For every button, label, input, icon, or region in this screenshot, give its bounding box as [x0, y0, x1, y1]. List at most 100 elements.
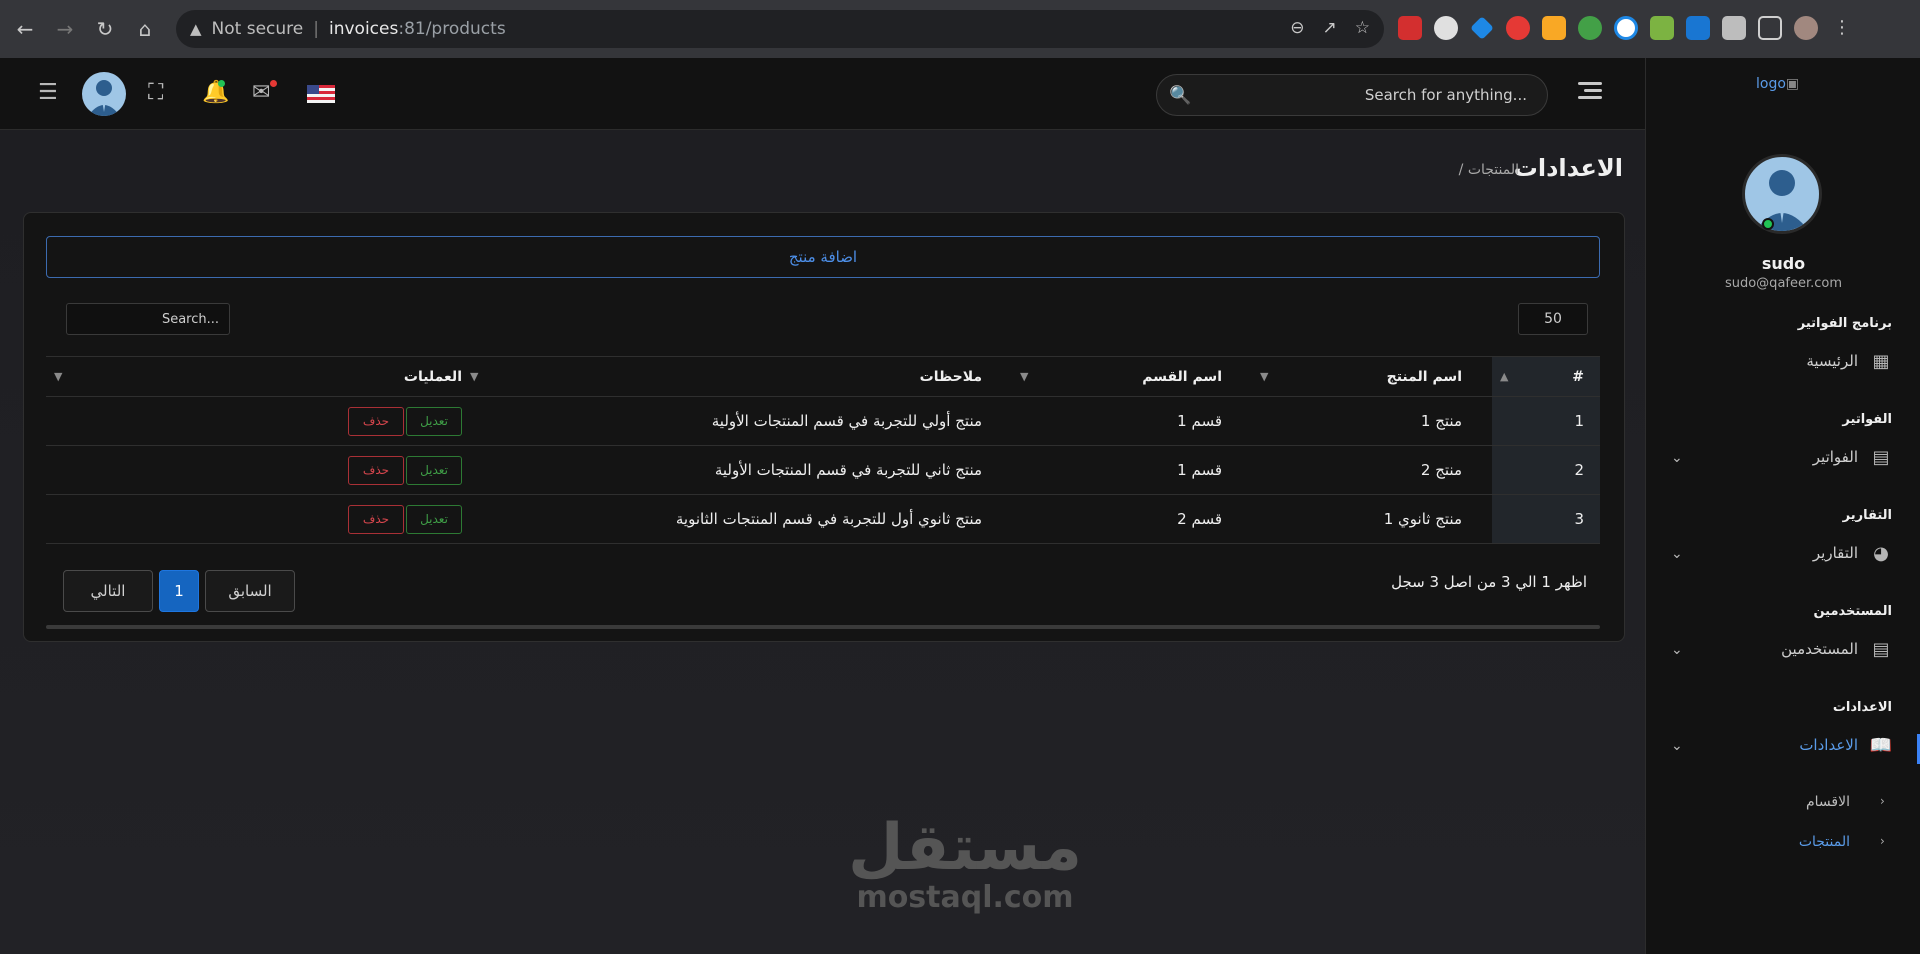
- section-title-users: المستخدمين: [1813, 604, 1892, 619]
- sidebar: logo▣ sudo sudo@qafeer.com برنامج الفوات…: [1645, 58, 1920, 954]
- product-name: منتج 2: [1252, 445, 1492, 495]
- url-path: :81/products: [398, 19, 506, 39]
- section-title-reports: التقارير: [1842, 508, 1892, 523]
- page-length-select[interactable]: 50: [1518, 303, 1588, 335]
- product-name: منتج 1: [1252, 396, 1492, 446]
- watermark-latin: mostaql.com: [856, 880, 1074, 915]
- previous-page-button[interactable]: السابق: [205, 570, 295, 612]
- sidebar-item-invoices[interactable]: الفواتير ▤: [1813, 446, 1892, 468]
- header-number[interactable]: # ▲: [1492, 356, 1600, 397]
- row-number: 1: [1492, 396, 1600, 446]
- sidebar-toggle-icon[interactable]: [1578, 82, 1602, 103]
- row-actions: تعديل حذف: [46, 445, 462, 495]
- url-separator: |: [313, 19, 319, 39]
- address-bar[interactable]: ▲ Not secure | invoices:81/products ⊖ ↗ …: [176, 10, 1384, 48]
- extension-download-icon[interactable]: [1650, 16, 1674, 40]
- reload-icon[interactable]: ↻: [90, 14, 120, 44]
- mail-dot: [270, 80, 277, 87]
- chevron-down-icon[interactable]: ⌄: [1671, 642, 1683, 658]
- table-row: 2 منتج 2 قسم 1 منتج ثاني للتجربة في قسم …: [46, 445, 1600, 495]
- delete-button[interactable]: حذف: [348, 504, 404, 534]
- chevron-down-icon[interactable]: ⌄: [1671, 546, 1683, 562]
- header-product-name[interactable]: اسم المنتج ▼: [1252, 356, 1492, 397]
- extension-color-icon[interactable]: [1578, 16, 1602, 40]
- extension-sync-icon[interactable]: [1614, 16, 1638, 40]
- broken-image-icon: ▣: [1785, 76, 1800, 92]
- extension-m-icon[interactable]: [1398, 16, 1422, 40]
- home-icon[interactable]: ⌂: [130, 14, 160, 44]
- page-title: الاعدادات: [1513, 154, 1623, 182]
- row-actions: تعديل حذف: [46, 494, 462, 544]
- logo[interactable]: logo▣: [1756, 76, 1799, 92]
- main-content: الاعدادات / المنتجات اضافة منتج 50 #▲ اس…: [0, 130, 1645, 954]
- mail-icon[interactable]: ✉: [252, 80, 270, 105]
- breadcrumb[interactable]: / المنتجات: [1459, 162, 1519, 178]
- sidebar-item-settings[interactable]: الاعدادات 📖: [1799, 734, 1892, 756]
- header-actions[interactable]: العمليات ▼: [46, 356, 462, 397]
- extension-diamond-icon[interactable]: [1470, 16, 1494, 40]
- pagination: التالي 1 السابق: [63, 570, 295, 612]
- share-icon[interactable]: ↗: [1323, 18, 1337, 38]
- page-1-button[interactable]: 1: [159, 570, 199, 612]
- search-icon: 🔍: [1169, 84, 1192, 106]
- table-row: 3 منتج ثانوي 1 قسم 2 منتج ثانوي أول للتج…: [46, 494, 1600, 544]
- next-page-button[interactable]: التالي: [63, 570, 153, 612]
- user-name: sudo: [1761, 254, 1806, 273]
- table-info: اظهر 1 الي 3 من اصل 3 سجل: [1391, 573, 1587, 591]
- side-panel-icon[interactable]: [1758, 16, 1782, 40]
- bookmark-star-icon[interactable]: ☆: [1355, 18, 1370, 38]
- header-avatar[interactable]: [82, 72, 126, 116]
- extensions-puzzle-icon[interactable]: [1722, 16, 1746, 40]
- book-icon: 📖: [1869, 734, 1893, 756]
- notifications-bell-icon[interactable]: 🔔: [202, 80, 229, 105]
- global-search-input[interactable]: [1191, 86, 1527, 104]
- edit-button[interactable]: تعديل: [406, 455, 462, 485]
- edit-button[interactable]: تعديل: [406, 406, 462, 436]
- edit-button[interactable]: تعديل: [406, 504, 462, 534]
- row-actions: تعديل حذف: [46, 396, 462, 446]
- profile-avatar-icon[interactable]: [1794, 16, 1818, 40]
- sidebar-subitem-categories[interactable]: الاقسام: [1806, 794, 1850, 810]
- row-number: 2: [1492, 445, 1600, 495]
- sidebar-subitem-products[interactable]: المنتجات: [1799, 834, 1850, 850]
- products-card: اضافة منتج 50 #▲ اسم المنتج▼ اسم القسم▼ …: [23, 212, 1625, 642]
- header-notes[interactable]: ملاحظات ▼: [462, 356, 1012, 397]
- chat-icon: ▤: [1872, 638, 1890, 660]
- extension-fi-icon[interactable]: [1686, 16, 1710, 40]
- sidebar-item-reports[interactable]: التقارير ◕: [1813, 542, 1892, 564]
- warning-icon: ▲: [190, 20, 202, 38]
- add-product-button[interactable]: اضافة منتج: [46, 236, 1600, 278]
- bar-chart-icon: ▤: [1872, 446, 1890, 468]
- sort-icon: ▼: [470, 370, 479, 383]
- language-flag-icon[interactable]: [307, 85, 335, 103]
- horizontal-scrollbar[interactable]: [46, 625, 1600, 629]
- delete-button[interactable]: حذف: [348, 455, 404, 485]
- section-title-settings: الاعدادات: [1832, 700, 1892, 715]
- back-icon[interactable]: ←: [10, 14, 40, 44]
- sort-up-icon: ▲: [1500, 370, 1509, 383]
- forward-icon[interactable]: →: [50, 14, 80, 44]
- sort-icon: ▼: [1260, 370, 1269, 383]
- sidebar-item-users[interactable]: المستخدمين ▤: [1781, 638, 1892, 660]
- table-row: 1 منتج 1 قسم 1 منتج أولي للتجربة في قسم …: [46, 396, 1600, 446]
- extension-circle-icon[interactable]: [1434, 16, 1458, 40]
- browser-menu-icon[interactable]: ⋮: [1830, 16, 1854, 40]
- sidebar-item-home[interactable]: الرئيسية ▦: [1806, 350, 1892, 372]
- extension-hand-icon[interactable]: [1506, 16, 1530, 40]
- hamburger-menu-icon[interactable]: ☰: [38, 80, 58, 105]
- table-search-input[interactable]: [66, 303, 230, 335]
- chevron-down-icon[interactable]: ⌄: [1671, 738, 1683, 754]
- notification-dot: [218, 80, 225, 87]
- global-search[interactable]: 🔍: [1156, 74, 1548, 116]
- zoom-icon[interactable]: ⊖: [1290, 18, 1304, 38]
- header-category-name[interactable]: اسم القسم ▼: [1012, 356, 1252, 397]
- product-notes: منتج ثاني للتجربة في قسم المنتجات الأولي…: [462, 445, 1012, 495]
- fullscreen-icon[interactable]: ⛶: [148, 80, 163, 105]
- delete-button[interactable]: حذف: [348, 406, 404, 436]
- category-name: قسم 1: [1012, 445, 1252, 495]
- extension-tile-icon[interactable]: [1542, 16, 1566, 40]
- watermark-arabic: مستقل: [847, 811, 1083, 885]
- product-name: منتج ثانوي 1: [1252, 494, 1492, 544]
- app-header: ☰ ⛶ 🔔 ✉ 🔍: [0, 58, 1645, 130]
- chevron-down-icon[interactable]: ⌄: [1671, 450, 1683, 466]
